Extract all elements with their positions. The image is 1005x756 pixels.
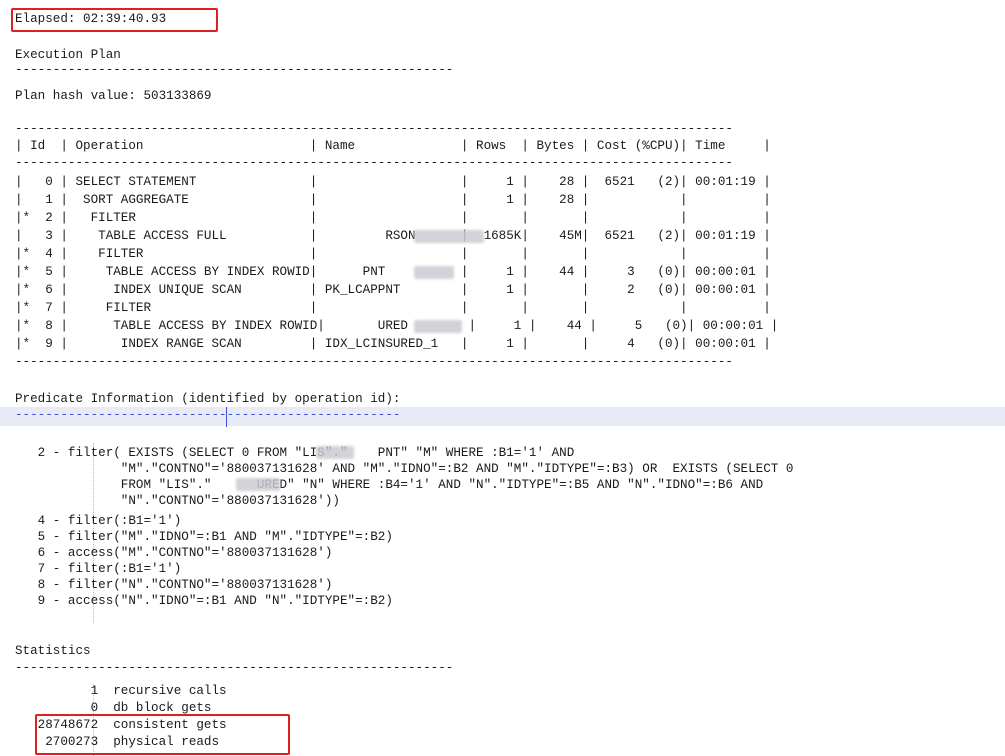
execution-plan-heading: Execution Plan [15, 48, 121, 62]
elapsed-highlight-box [11, 8, 218, 32]
predicate-line: 9 - access("N"."IDNO"=:B1 AND "N"."IDTYP… [15, 594, 393, 608]
table-rule: ----------------------------------------… [15, 156, 733, 170]
predicate-line: "M"."CONTNO"='880037131628' AND "M"."IDN… [15, 462, 794, 476]
plan-row: | 0 | SELECT STATEMENT | | 1 | 28 | 6521… [15, 175, 771, 189]
redaction-blur [236, 478, 280, 491]
plan-row: |* 8 | TABLE ACCESS BY INDEX ROWID| URED… [15, 319, 779, 333]
rule: ----------------------------------------… [15, 661, 454, 675]
statistics-heading: Statistics [15, 644, 91, 658]
plan-row: |* 5 | TABLE ACCESS BY INDEX ROWID| PNT … [15, 265, 771, 279]
redaction-blur [414, 230, 484, 243]
predicate-line: "N"."CONTNO"='880037131628')) [15, 494, 340, 508]
table-rule: ----------------------------------------… [15, 355, 733, 369]
predicate-line: 5 - filter("M"."IDNO"=:B1 AND "M"."IDTYP… [15, 530, 393, 544]
predicate-line: 2 - filter( EXISTS (SELECT 0 FROM "LIS".… [15, 446, 575, 460]
plan-table-header: | Id | Operation | Name | Rows | Bytes |… [15, 139, 771, 153]
plan-row: | 1 | SORT AGGREGATE | | 1 | 28 | | | [15, 193, 771, 207]
plan-row: |* 9 | INDEX RANGE SCAN | IDX_LCINSURED_… [15, 337, 771, 351]
predicate-line: 6 - access("M"."CONTNO"='880037131628') [15, 546, 333, 560]
plan-row: |* 2 | FILTER | | | | | | [15, 211, 771, 225]
plan-row: |* 4 | FILTER | | | | | | [15, 247, 771, 261]
plan-row: |* 7 | FILTER | | | | | | [15, 301, 771, 315]
table-rule: ----------------------------------------… [15, 122, 733, 136]
plan-hash-value: Plan hash value: 503133869 [15, 89, 212, 103]
plan-row: |* 6 | INDEX UNIQUE SCAN | PK_LCAPPNT | … [15, 283, 771, 297]
statistic-line: 1 recursive calls [15, 684, 227, 698]
redaction-blur [414, 266, 454, 279]
predicate-line: FROM "LIS"." URED" "N" WHERE :B4='1' AND… [15, 478, 764, 492]
predicate-heading: Predicate Information (identified by ope… [15, 392, 401, 406]
predicate-line: 4 - filter(:B1='1') [15, 514, 182, 528]
statistics-highlight-box [35, 714, 290, 755]
redaction-blur [316, 446, 354, 459]
plan-row: | 3 | TABLE ACCESS FULL | RSON | 1685K| … [15, 229, 771, 243]
redaction-blur [414, 320, 462, 333]
predicate-line: 8 - filter("N"."CONTNO"='880037131628') [15, 578, 333, 592]
predicate-line: 7 - filter(:B1='1') [15, 562, 182, 576]
rule: ----------------------------------------… [15, 63, 454, 77]
rule: ----------------------------------------… [15, 408, 401, 422]
